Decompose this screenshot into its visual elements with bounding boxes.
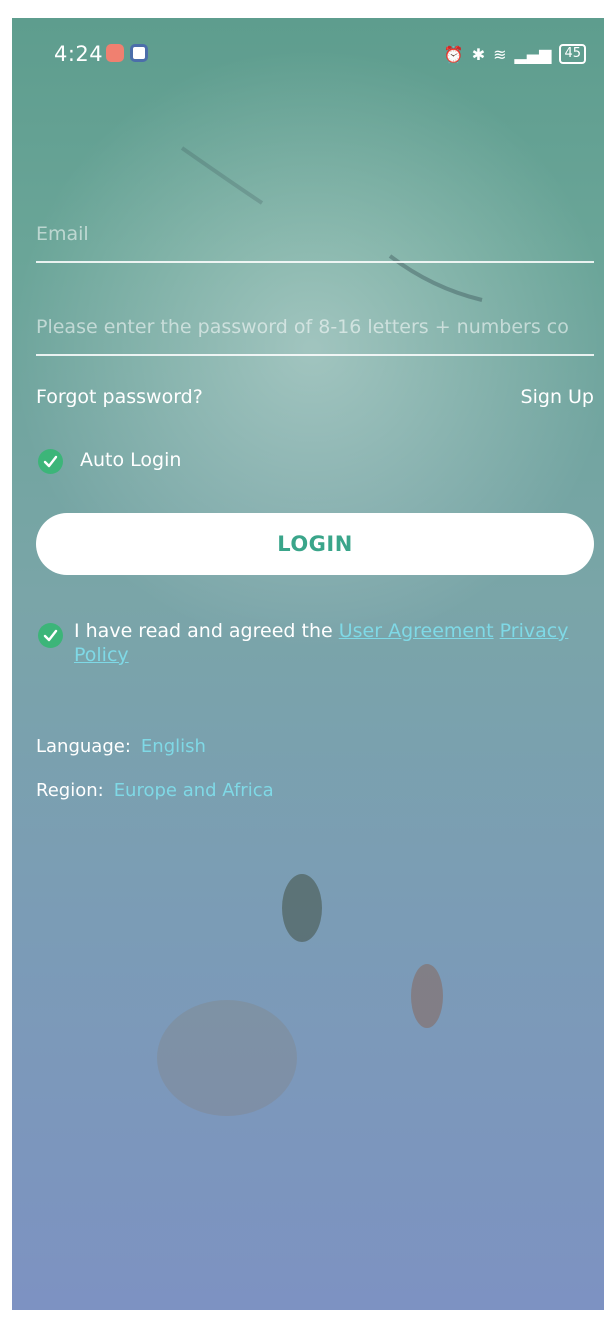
notification-app-icon-2 (130, 44, 148, 62)
signal-icon: ▂▄▆ (514, 44, 552, 64)
region-label: Region: (36, 780, 104, 801)
language-selector[interactable]: English (141, 736, 206, 757)
bluetooth-icon: ✱ (471, 44, 486, 64)
email-field-container (36, 223, 594, 263)
sign-up-link[interactable]: Sign Up (521, 386, 594, 408)
password-field-container (36, 316, 594, 356)
user-agreement-link[interactable]: User Agreement (339, 620, 494, 642)
region-selector[interactable]: Europe and Africa (114, 780, 274, 801)
checkmark-icon (43, 629, 58, 642)
login-button[interactable]: LOGIN (36, 513, 594, 575)
notification-app-icon (106, 44, 124, 62)
login-screen: 4:24 ⏰ ✱ ≋ ▂▄▆ 45 Forgot password? Sign … (12, 18, 604, 1310)
language-row: Language: English (36, 736, 206, 757)
agreement-checkbox[interactable] (38, 623, 63, 648)
region-row: Region: Europe and Africa (36, 780, 274, 801)
status-bar: 4:24 ⏰ ✱ ≋ ▂▄▆ 45 (12, 18, 604, 90)
checkmark-icon (43, 455, 58, 468)
auto-login-checkbox[interactable] (38, 449, 63, 474)
wifi-icon: ≋ (493, 44, 507, 64)
email-field[interactable] (36, 223, 594, 245)
forgot-password-link[interactable]: Forgot password? (36, 386, 203, 408)
privacy-policy-link-continued[interactable]: Policy (74, 644, 129, 666)
battery-icon: 45 (559, 44, 586, 64)
password-field[interactable] (36, 316, 594, 338)
privacy-policy-link[interactable]: Privacy (500, 620, 569, 642)
language-label: Language: (36, 736, 131, 757)
agreement-statement: I have read and agreed the (74, 620, 333, 642)
auto-login-label: Auto Login (80, 449, 182, 471)
agreement-text: I have read and agreed the User Agreemen… (74, 619, 604, 667)
alarm-icon: ⏰ (443, 44, 464, 64)
status-time: 4:24 (54, 42, 104, 66)
